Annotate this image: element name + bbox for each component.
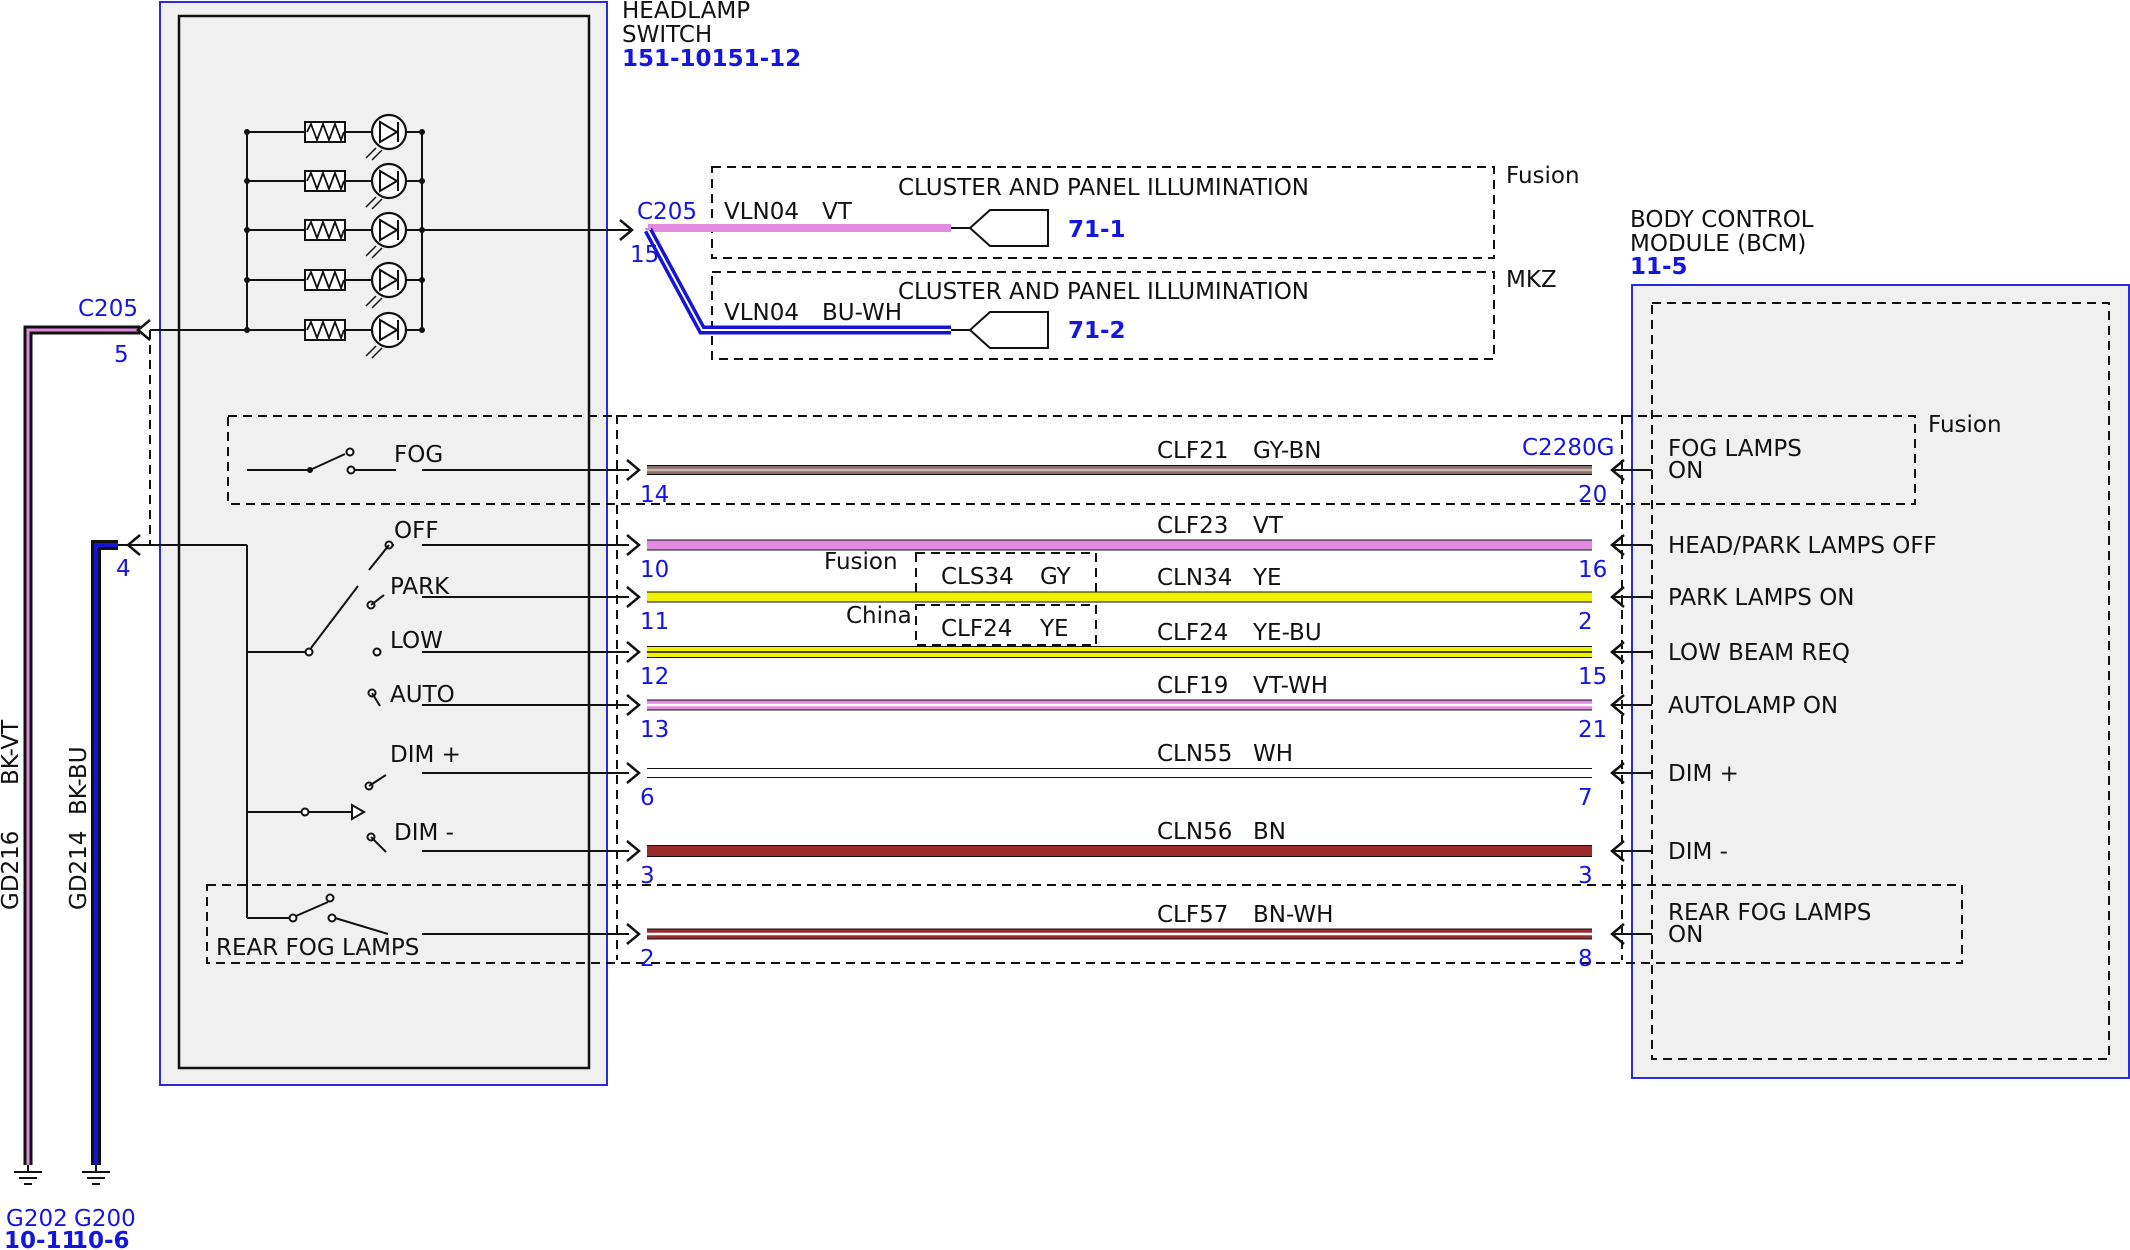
- illum-fusion-color: VT: [822, 199, 853, 225]
- led-lamp-icon: [370, 162, 408, 200]
- led-lamp-icon: [370, 261, 408, 299]
- wire-color-label: YE-BU: [1252, 620, 1322, 646]
- wire-color-label: VT-WH: [1253, 673, 1328, 699]
- bcm-pin-number: 3: [1578, 863, 1593, 889]
- wire-circuit-label: CLN56: [1157, 819, 1232, 845]
- variant-fusion-label: Fusion: [824, 549, 898, 575]
- bcm-signal-label: DIM +: [1668, 761, 1739, 787]
- variant-china-color: YE: [1039, 616, 1069, 642]
- bcm-signal-label: ON: [1668, 922, 1703, 948]
- switch-title-1: HEADLAMP: [622, 0, 750, 24]
- wire-color-label: VT: [1253, 513, 1284, 539]
- bcm-pin-number: 20: [1578, 482, 1607, 508]
- bcm-signal-label: HEAD/PARK LAMPS OFF: [1668, 533, 1937, 559]
- fog-fusion-label: Fusion: [1928, 412, 2002, 438]
- wire-circuit-label: CLN34: [1157, 565, 1232, 591]
- variant-china-circuit: CLF24: [941, 616, 1012, 642]
- gd214-circuit: GD214: [66, 831, 92, 910]
- dim-plus-label: DIM +: [390, 742, 461, 768]
- variant-china-label: China: [846, 603, 912, 629]
- switch-pin-number: 14: [640, 482, 669, 508]
- illum-mkz-terminal: [968, 311, 1049, 349]
- illum-mkz-color: BU-WH: [822, 300, 902, 326]
- fusion-variant-label: Fusion: [1506, 163, 1580, 189]
- switch-pin-number: 6: [640, 785, 655, 811]
- variant-fusion-color: GY: [1040, 564, 1072, 590]
- bcm-signal-label: LOW BEAM REQ: [1668, 640, 1850, 666]
- wire-clf19: CLF19 VT-WH 13 21 AUTOLAMP ON: [422, 673, 1838, 743]
- wire-circuit-label: CLF57: [1157, 902, 1228, 928]
- switch-pin-number: 3: [640, 863, 655, 889]
- bcm-signal-label: AUTOLAMP ON: [1668, 693, 1838, 719]
- gd216-circuit: GD216: [0, 831, 24, 910]
- g202-ref[interactable]: 10-11: [4, 1228, 78, 1250]
- led-lamp-icon: [370, 211, 408, 249]
- bcm-box: [1631, 284, 2130, 1079]
- bcm-ref[interactable]: 11-5: [1630, 254, 1688, 280]
- illum-mkz-circuit: VLN04: [724, 300, 799, 326]
- illum-mkz-title: CLUSTER AND PANEL ILLUMINATION: [898, 279, 1309, 305]
- wire-circuit-label: CLF19: [1157, 673, 1228, 699]
- gd214-color: BK-BU: [66, 746, 92, 815]
- bcm-connector-label: C2280G: [1522, 435, 1614, 461]
- g200-ref[interactable]: 10-6: [72, 1228, 130, 1250]
- bcm-signal-label: PARK LAMPS ON: [1668, 585, 1855, 611]
- dim-minus-label: DIM -: [394, 820, 454, 846]
- bcm-pin-number: 8: [1578, 946, 1593, 972]
- bcm-pin-number: 16: [1578, 557, 1607, 583]
- wire-circuit-label: CLF24: [1157, 620, 1228, 646]
- switch-ref[interactable]: 151-10151-12: [622, 46, 801, 72]
- illum-fusion-ref[interactable]: 71-1: [1068, 217, 1126, 243]
- gd216-color: BK-VT: [0, 719, 24, 785]
- led-lamp-icon: [370, 113, 408, 151]
- bcm-signal-label: DIM -: [1668, 839, 1728, 865]
- bcm-pin-number: 21: [1578, 717, 1607, 743]
- switch-pin-number: 2: [640, 946, 655, 972]
- wire-circuit-label: CLF21: [1157, 438, 1228, 464]
- illum-fusion-title: CLUSTER AND PANEL ILLUMINATION: [898, 175, 1309, 201]
- switch-pin-number: 10: [640, 557, 669, 583]
- illum-mkz-ref[interactable]: 71-2: [1068, 318, 1126, 344]
- wire-color-label: WH: [1253, 741, 1293, 767]
- illum-fusion-terminal: [968, 209, 1049, 247]
- wire-color-label: BN-WH: [1253, 902, 1333, 928]
- wiring-diagram: HEADLAMP SWITCH 151-10151-12 BODY CONTRO…: [0, 0, 2130, 1250]
- wire-color-label: BN: [1253, 819, 1286, 845]
- rear-fog-label: REAR FOG LAMPS: [216, 935, 419, 961]
- illumination-mkz: MKZ CLUSTER AND PANEL ILLUMINATION VLN04…: [644, 227, 1557, 360]
- gd214-pin: 4: [116, 556, 131, 582]
- wire-circuit-label: CLF23: [1157, 513, 1228, 539]
- variant-fusion-circuit: CLS34: [941, 564, 1014, 590]
- illum-fusion-circuit: VLN04: [724, 199, 799, 225]
- low-label: LOW: [390, 628, 443, 654]
- illumination-fusion: Fusion CLUSTER AND PANEL ILLUMINATION VL…: [648, 163, 1580, 259]
- bcm-pin-number: 7: [1578, 785, 1593, 811]
- bcm-signal-label: ON: [1668, 458, 1703, 484]
- switch-title-2: SWITCH: [622, 22, 712, 48]
- wire-cln55: CLN55 WH 6 7 DIM +: [422, 741, 1739, 811]
- illum-connector-label: C205: [637, 199, 697, 225]
- wire-color-label: YE: [1252, 565, 1282, 591]
- bcm-pin-number: 15: [1578, 664, 1607, 690]
- off-label: OFF: [394, 518, 439, 544]
- bcm-title-1: BODY CONTROL: [1630, 207, 1814, 233]
- gd216-pin: 5: [114, 342, 129, 368]
- led-lamp-icon: [370, 311, 408, 349]
- wire-circuit-label: CLN55: [1157, 741, 1232, 767]
- switch-pin-number: 11: [640, 609, 669, 635]
- switch-pin-number: 12: [640, 664, 669, 690]
- fog-label: FOG: [394, 442, 443, 468]
- wire-color-label: GY-BN: [1253, 438, 1321, 464]
- mkz-variant-label: MKZ: [1506, 267, 1557, 293]
- ground-connector-label: C205: [78, 296, 138, 322]
- illum-pin: 15: [630, 242, 659, 268]
- switch-pin-number: 13: [640, 717, 669, 743]
- bcm-pin-number: 2: [1578, 609, 1593, 635]
